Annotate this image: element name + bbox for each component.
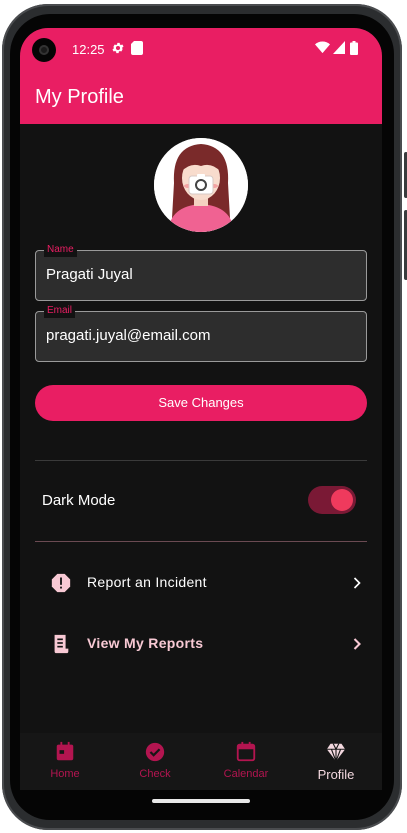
status-time: 12:25 xyxy=(72,42,105,57)
sim-card-icon xyxy=(131,41,143,59)
camera-icon xyxy=(32,38,56,62)
alert-icon xyxy=(50,572,72,594)
wifi-icon xyxy=(315,41,330,58)
menu-label: View My Reports xyxy=(87,635,204,651)
email-field-value[interactable]: pragati.juyal@email.com xyxy=(46,327,210,344)
avatar-illustration xyxy=(154,138,248,232)
divider xyxy=(35,541,367,542)
save-changes-button[interactable]: Save Changes xyxy=(35,385,367,421)
name-field-value[interactable]: Pragati Juyal xyxy=(46,266,133,283)
nav-home[interactable]: Home xyxy=(20,733,110,790)
chevron-right-icon xyxy=(347,634,367,654)
nav-label: Home xyxy=(50,768,80,780)
divider xyxy=(35,460,367,461)
nav-label: Calendar xyxy=(223,768,269,780)
settings-icon xyxy=(111,41,125,59)
nav-check[interactable]: Check xyxy=(110,733,200,790)
signal-icon xyxy=(333,41,345,58)
nav-calendar[interactable]: Calendar xyxy=(201,733,291,790)
menu-label: Report an Incident xyxy=(87,574,207,590)
bottom-navigation: Home Check Calendar Profile xyxy=(20,733,382,790)
view-reports-item[interactable]: View My Reports xyxy=(35,622,367,666)
email-field[interactable]: Email pragati.juyal@email.com xyxy=(35,304,367,362)
screen: 12:25 My Profile Name Pragati Juyal Emai… xyxy=(20,28,382,790)
dark-mode-toggle[interactable] xyxy=(308,486,356,514)
app-bar: My Profile xyxy=(20,72,382,124)
avatar[interactable] xyxy=(154,138,248,232)
calendar-icon xyxy=(235,741,257,763)
dark-mode-label: Dark Mode xyxy=(42,492,116,509)
nav-label: Profile xyxy=(317,767,355,782)
nav-label: Check xyxy=(139,768,171,780)
status-bar: 12:25 xyxy=(20,28,382,72)
home-indicator[interactable] xyxy=(152,799,250,803)
name-field-label: Name xyxy=(44,243,77,257)
report-incident-item[interactable]: Report an Incident xyxy=(35,561,367,605)
nav-profile[interactable]: Profile xyxy=(291,733,381,790)
home-icon xyxy=(54,741,76,763)
toggle-thumb[interactable] xyxy=(331,489,353,511)
diamond-icon xyxy=(325,741,347,763)
email-field-label: Email xyxy=(44,304,76,318)
receipt-icon xyxy=(50,633,72,655)
check-circle-icon xyxy=(144,741,166,763)
chevron-right-icon xyxy=(347,573,367,593)
page-title: My Profile xyxy=(35,86,124,108)
battery-icon xyxy=(350,41,358,59)
name-field[interactable]: Name Pragati Juyal xyxy=(35,243,367,301)
